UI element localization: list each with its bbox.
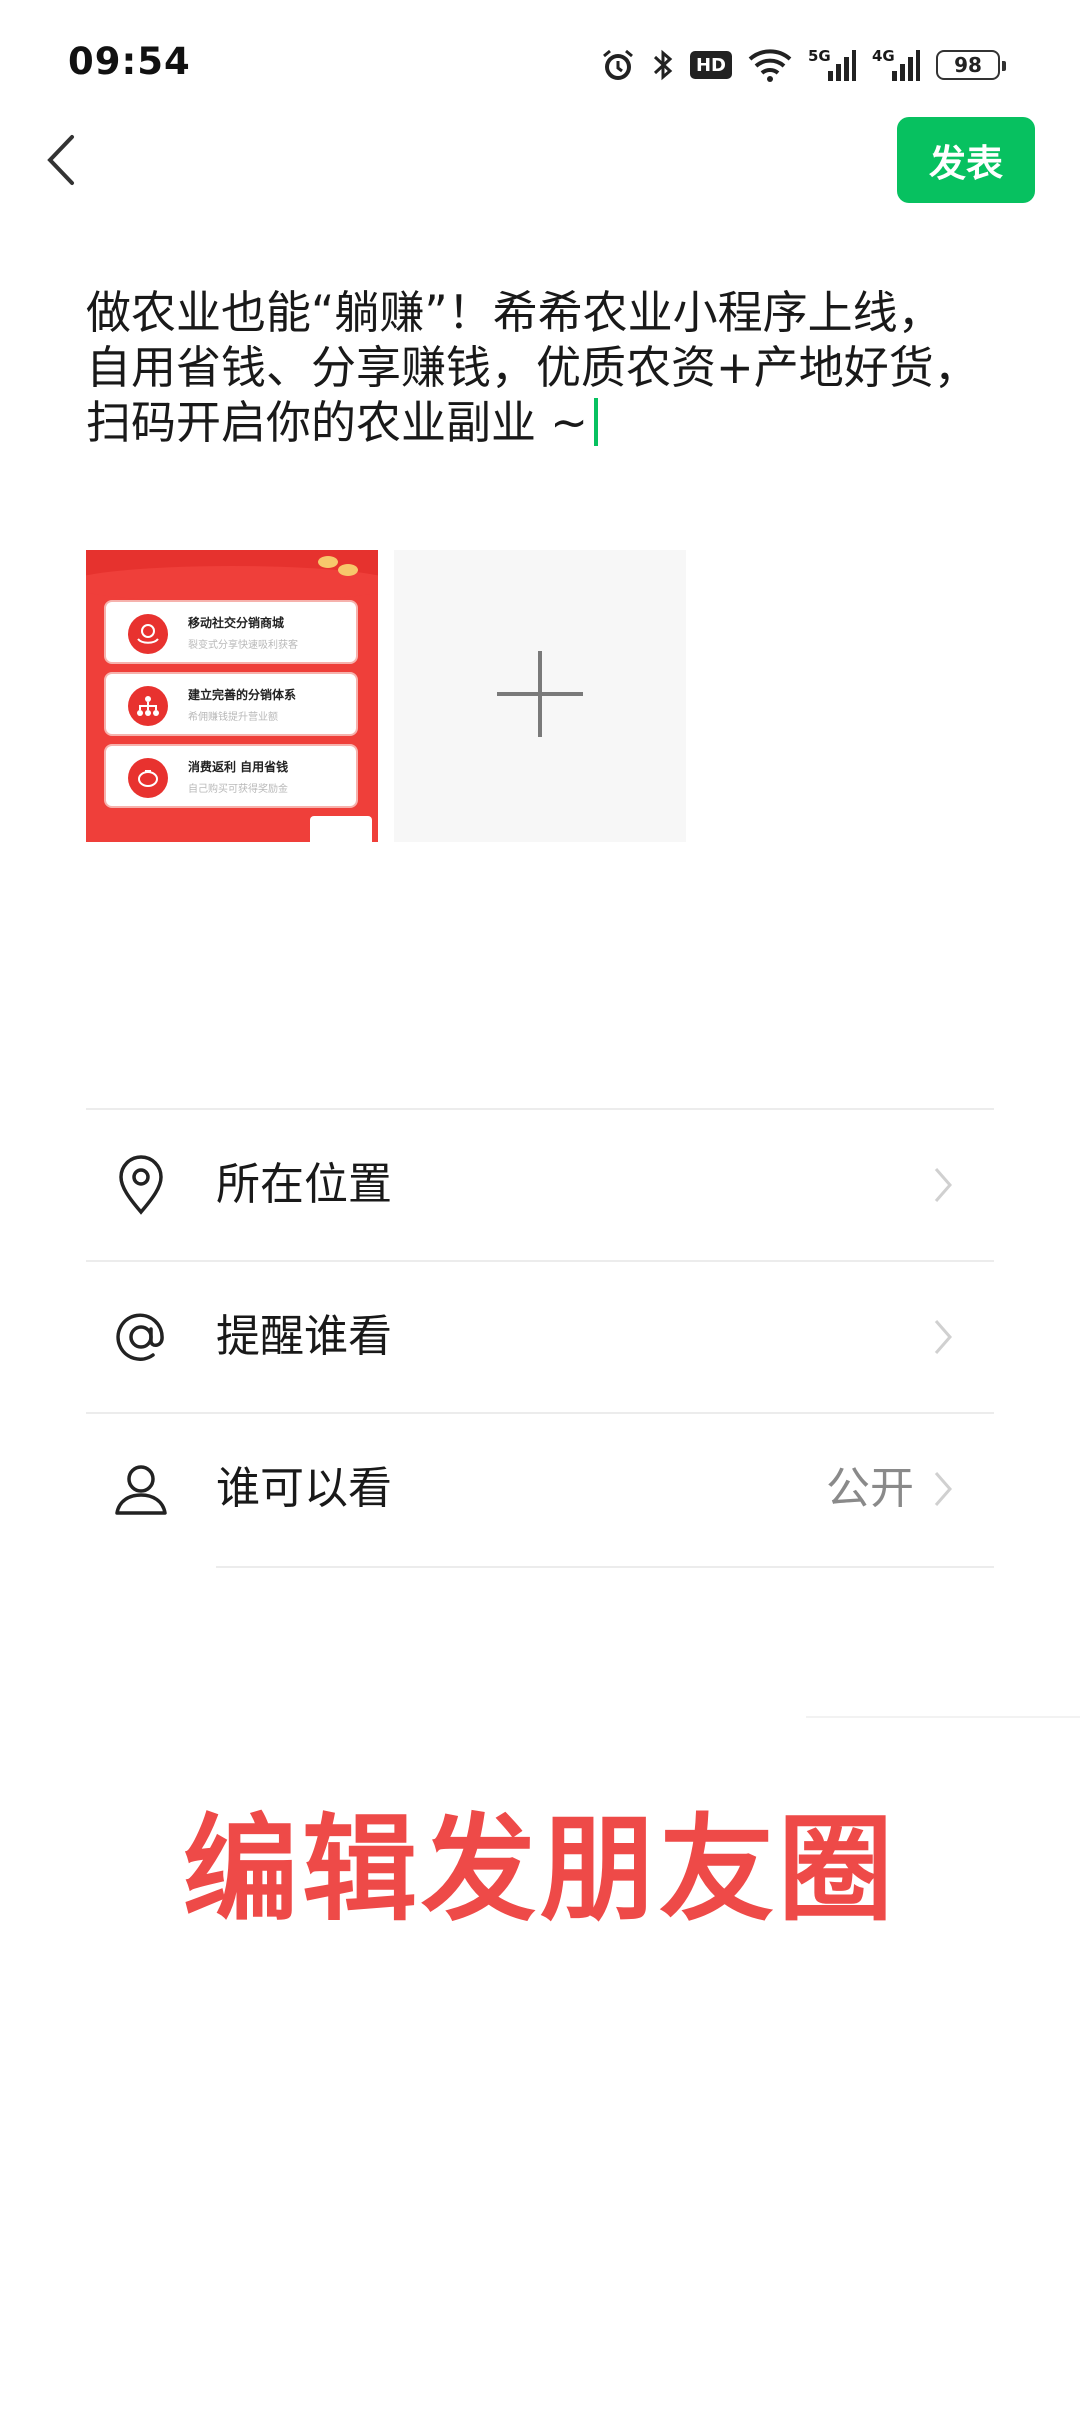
chevron-right-icon (928, 1469, 958, 1509)
piggy-bank-icon (128, 758, 168, 798)
card-title: 消费返利 自用省钱 (188, 760, 289, 774)
location-pin-icon (108, 1152, 174, 1218)
at-sign-icon (108, 1304, 174, 1370)
thumbnail-card: 移动社交分销商城 裂变式分享快速吸利获客 (104, 600, 358, 664)
alarm-icon (600, 47, 636, 83)
visibility-row[interactable]: 谁可以看 公开 (86, 1414, 994, 1564)
add-image-button[interactable] (394, 550, 686, 842)
card-subtitle: 裂变式分享快速吸利获客 (188, 640, 298, 651)
back-button[interactable] (30, 122, 90, 202)
publish-button[interactable]: 发表 (897, 117, 1035, 203)
divider (216, 1566, 994, 1568)
thumbnail-card: 建立完善的分销体系 希佣赚钱提升营业额 (104, 672, 358, 736)
location-label: 所在位置 (216, 1159, 392, 1210)
coin-decoration (318, 556, 338, 568)
chevron-left-icon (42, 133, 78, 191)
qr-code-fragment (310, 816, 372, 842)
divider (806, 1716, 1080, 1718)
card-subtitle: 自己购买可获得奖励金 (188, 784, 288, 795)
post-text: 做农业也能“躺赚”！希希农业小程序上线， 自用省钱、分享赚钱，优质农资+产地好货… (86, 286, 979, 449)
battery-icon: 98 (936, 50, 1006, 80)
remind-label: 提醒谁看 (216, 1311, 392, 1362)
5g-signal-icon: 5G (808, 47, 856, 83)
text-cursor (594, 398, 599, 446)
wifi-icon (748, 48, 792, 82)
coin-decoration (338, 564, 358, 576)
card-subtitle: 希佣赚钱提升营业额 (188, 712, 278, 723)
card-title: 建立完善的分销体系 (188, 688, 297, 702)
chevron-right-icon (928, 1317, 958, 1357)
thumbnail-card: 消费返利 自用省钱 自己购买可获得奖励金 (104, 744, 358, 808)
location-row[interactable]: 所在位置 (86, 1110, 994, 1260)
status-time: 09:54 (68, 40, 191, 83)
remind-row[interactable]: 提醒谁看 (86, 1262, 994, 1412)
overlay-caption: 编辑发朋友圈 (182, 1803, 897, 1937)
card-title: 移动社交分销商城 (188, 616, 285, 630)
hands-heart-icon (128, 614, 168, 654)
4g-signal-icon: 4G (872, 47, 920, 83)
status-bar: 09:54 HD 5G 4G 98 (0, 0, 1080, 130)
thumbnail-banner (86, 550, 378, 602)
visibility-label: 谁可以看 (216, 1463, 392, 1514)
post-text-input[interactable]: 做农业也能“躺赚”！希希农业小程序上线， 自用省钱、分享赚钱，优质农资+产地好货… (86, 285, 1006, 450)
chevron-right-icon (928, 1165, 958, 1205)
org-chart-icon (128, 686, 168, 726)
plus-icon (493, 647, 587, 745)
hd-icon: HD (690, 51, 732, 79)
visibility-value: 公开 (826, 1463, 914, 1514)
person-icon (108, 1456, 174, 1522)
bluetooth-icon (652, 47, 674, 83)
status-icons: HD 5G 4G 98 (600, 40, 1006, 90)
image-thumbnail[interactable]: 移动社交分销商城 裂变式分享快速吸利获客 建立完善的分销体系 希佣赚钱提升营业额… (86, 550, 378, 842)
